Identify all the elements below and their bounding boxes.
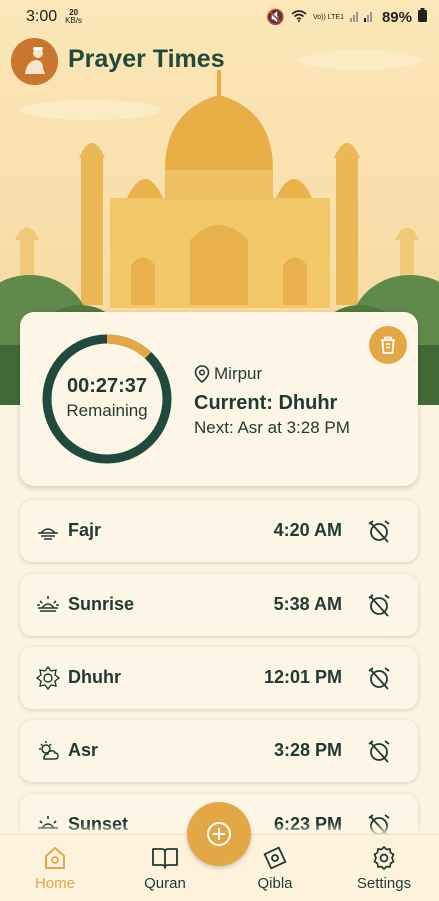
prayer-name: Sunrise xyxy=(68,594,135,614)
wifi-icon xyxy=(291,9,307,26)
network-label: Vo)) LTE1 xyxy=(312,13,344,21)
network-speed-unit: KB/s xyxy=(65,16,83,25)
compass-icon xyxy=(263,846,287,870)
asr-sun-cloud-icon xyxy=(39,741,59,760)
prayer-name: Asr xyxy=(68,740,99,760)
gear-icon xyxy=(373,846,395,870)
alarm-off-icon[interactable] xyxy=(366,665,392,691)
dhuhr-sun-icon xyxy=(36,666,60,690)
battery-percent: 89% xyxy=(381,8,412,26)
prayer-row-asr[interactable]: Asr 3:28 PM xyxy=(20,720,418,782)
alarm-off-icon[interactable] xyxy=(366,518,392,544)
countdown-label: Remaining xyxy=(66,401,148,420)
prayer-row-fajr[interactable]: Fajr 4:20 AM xyxy=(20,500,418,562)
network-speed: 20 KB/s xyxy=(65,9,82,25)
location: Mirpur xyxy=(194,364,262,384)
nav-home[interactable]: Home xyxy=(10,841,100,892)
current-prayer: Current: Dhuhr xyxy=(194,392,338,414)
prayer-name: Dhuhr xyxy=(68,667,121,687)
status-time: 3:00 xyxy=(26,8,58,25)
countdown-ring xyxy=(42,334,172,464)
delete-button[interactable] xyxy=(369,326,407,364)
location-name: Mirpur xyxy=(214,364,263,383)
app-title: Prayer Times xyxy=(68,45,225,73)
signal-icon xyxy=(349,9,376,26)
nav-settings[interactable]: Settings xyxy=(339,841,429,892)
location-pin-icon xyxy=(194,365,210,383)
trash-icon xyxy=(381,336,395,354)
nav-quran-label: Quran xyxy=(144,875,186,892)
nav-settings-label: Settings xyxy=(356,875,412,892)
nav-qibla-label: Qibla xyxy=(257,875,293,892)
current-prayer-card: 00:27:37 Remaining Mirpur Current: Dhuhr… xyxy=(20,312,418,486)
prayer-time: 4:20 AM xyxy=(273,520,342,540)
fajr-icon xyxy=(38,528,58,540)
countdown-time: 00:27:37 xyxy=(66,375,148,397)
battery-icon xyxy=(418,8,427,26)
prayer-row-sunrise[interactable]: Sunrise 5:38 AM xyxy=(20,574,418,636)
add-button[interactable] xyxy=(187,802,251,866)
mute-icon: 🔇 xyxy=(266,9,285,26)
prayer-name: Fajr xyxy=(68,520,102,540)
prayer-row-dhuhr[interactable]: Dhuhr 12:01 PM xyxy=(20,647,418,709)
prayer-time: 12:01 PM xyxy=(263,667,342,687)
next-prayer: Next: Asr at 3:28 PM xyxy=(194,418,350,437)
alarm-off-icon[interactable] xyxy=(366,738,392,764)
sunrise-icon xyxy=(37,596,59,612)
alarm-off-icon[interactable] xyxy=(366,592,392,618)
prayer-time: 5:38 AM xyxy=(273,594,342,614)
nav-home-label: Home xyxy=(34,875,75,892)
add-circle-icon xyxy=(207,822,231,846)
prayer-time: 3:28 PM xyxy=(273,740,342,760)
home-icon xyxy=(45,847,65,869)
app-logo xyxy=(11,38,58,85)
book-icon xyxy=(152,848,178,869)
status-bar: 3:00 20 KB/s 🔇 Vo)) LTE1 89% xyxy=(0,0,439,34)
